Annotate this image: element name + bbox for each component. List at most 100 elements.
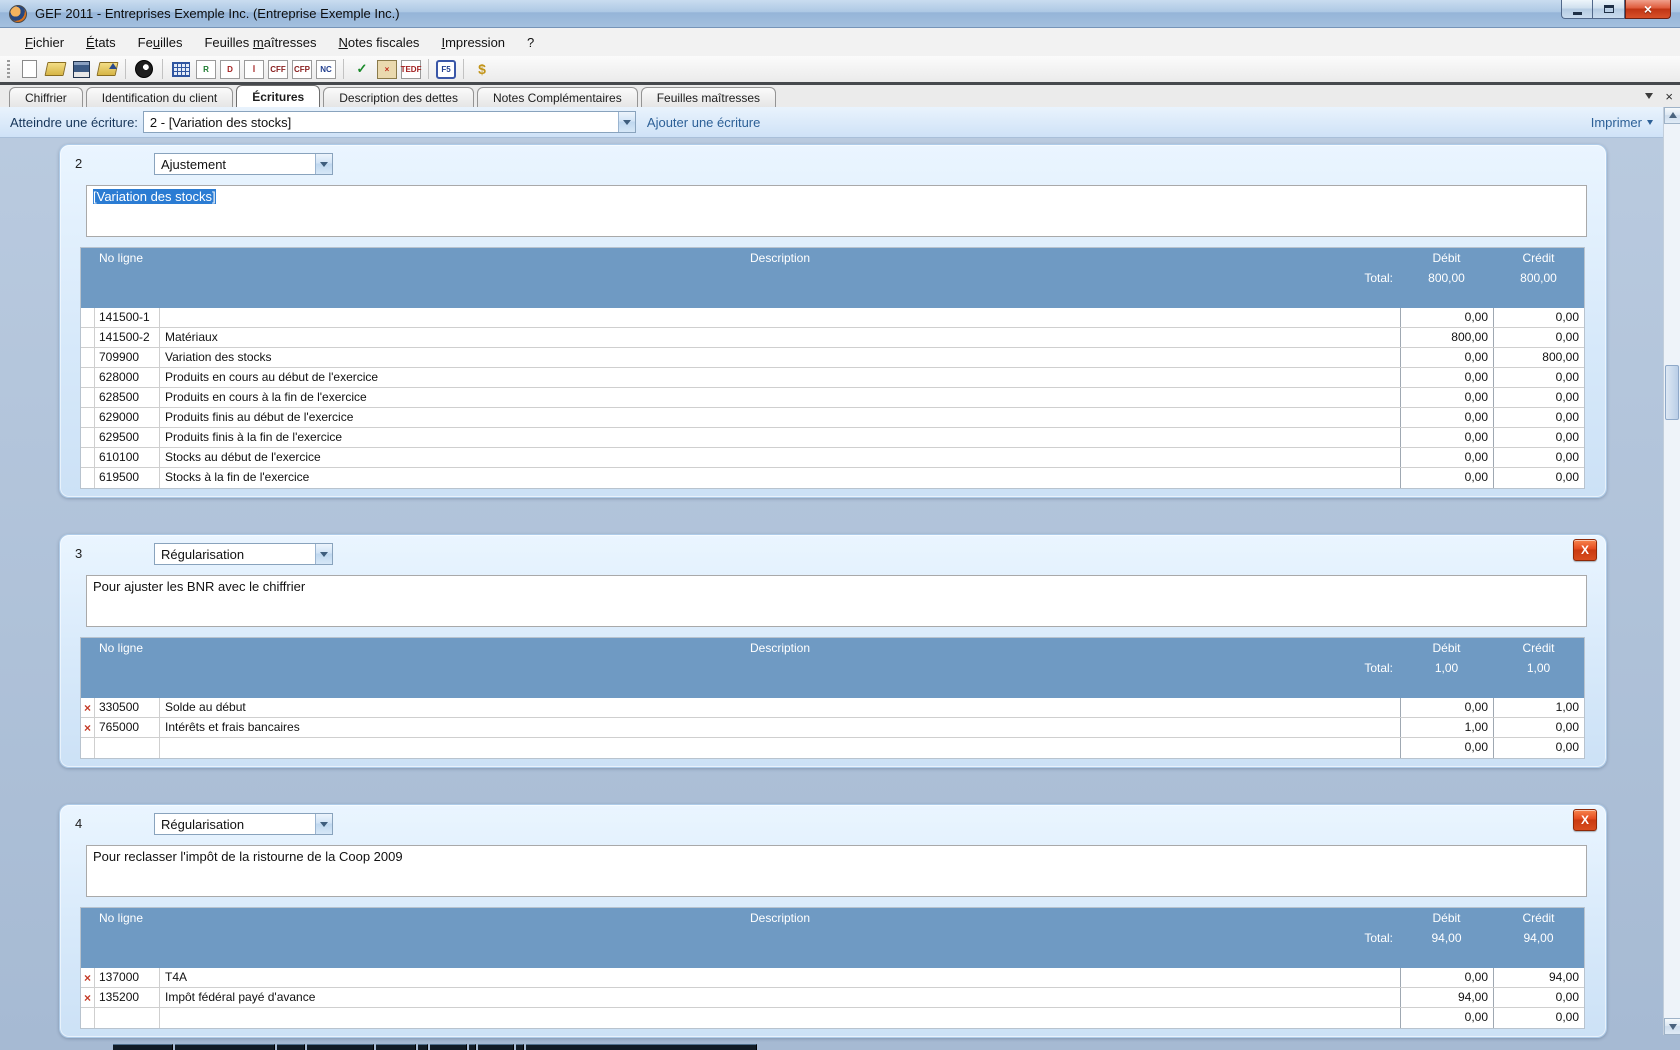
line-description-cell[interactable]: Intérêts et frais bancaires [160,718,1400,737]
menu-notes-fiscales[interactable]: Notes fiscales [328,32,431,53]
line-credit-cell[interactable]: 94,00 [1493,968,1584,987]
tab-notes-complementaires[interactable]: Notes Complémentaires [477,87,638,107]
line-credit-cell[interactable]: 0,00 [1493,988,1584,1007]
delete-line-icon[interactable]: × [84,992,91,1004]
menu-aide[interactable]: ? [516,32,545,53]
excel-export-icon[interactable]: R [196,60,216,79]
menu-impression[interactable]: Impression [430,32,516,53]
line-debit-cell[interactable]: 0,00 [1400,448,1493,467]
tab-description-des-dettes[interactable]: Description des dettes [323,87,474,107]
line-debit-cell[interactable]: 0,00 [1400,408,1493,427]
tab-ecritures[interactable]: Écritures [236,85,320,107]
chevron-down-icon[interactable] [315,814,332,834]
tab-chiffrier[interactable]: Chiffrier [9,87,83,107]
line-debit-cell[interactable]: 0,00 [1400,308,1493,327]
scrollbar-thumb[interactable] [1665,365,1679,420]
menu-fichier[interactable]: Fichier [14,32,75,53]
line-number-cell[interactable]: 141500-1 [95,308,160,327]
line-credit-cell[interactable]: 0,00 [1493,1008,1584,1028]
close-button[interactable]: × [1625,0,1671,19]
line-debit-cell[interactable]: 0,00 [1400,368,1493,387]
line-number-cell[interactable]: 610100 [95,448,160,467]
line-credit-cell[interactable]: 0,00 [1493,368,1584,387]
line-credit-cell[interactable]: 0,00 [1493,718,1584,737]
scroll-down-button[interactable] [1664,1018,1680,1035]
notes-nc-icon[interactable]: NC [316,60,336,79]
line-description-cell[interactable] [160,1008,1400,1028]
cf-provincial-icon[interactable]: CFP [292,60,312,79]
entry-type-select[interactable]: Ajustement [154,153,333,175]
line-credit-cell[interactable]: 0,00 [1493,308,1584,327]
entry-description-input[interactable]: [Variation des stocks] [86,185,1587,237]
line-number-cell[interactable]: 709900 [95,348,160,367]
line-debit-cell[interactable]: 0,00 [1400,388,1493,407]
line-description-cell[interactable]: Produits en cours à la fin de l'exercice [160,388,1400,407]
tab-scroll-down-icon[interactable] [1645,93,1653,103]
entry-type-select[interactable]: Régularisation [154,813,333,835]
maximize-button[interactable] [1592,0,1625,19]
declaration-d-icon[interactable]: D [220,60,240,79]
line-number-cell[interactable]: 330500 [95,698,160,717]
data-grid-icon[interactable] [169,57,193,81]
goto-entry-select[interactable]: 2 - [Variation des stocks] [143,111,636,133]
line-debit-cell[interactable]: 1,00 [1400,718,1493,737]
line-number-cell[interactable]: 137000 [95,968,160,987]
entry-type-select[interactable]: Régularisation [154,543,333,565]
line-description-cell[interactable]: Stocks au début de l'exercice [160,448,1400,467]
line-credit-cell[interactable]: 800,00 [1493,348,1584,367]
line-number-cell[interactable]: 619500 [95,468,160,488]
line-debit-cell[interactable]: 0,00 [1400,698,1493,717]
minimize-button[interactable] [1561,0,1592,19]
line-credit-cell[interactable]: 0,00 [1493,468,1584,488]
chevron-down-icon[interactable] [315,154,332,174]
delete-entry-button[interactable]: X [1573,539,1597,561]
line-credit-cell[interactable]: 0,00 [1493,428,1584,447]
line-number-cell[interactable]: 629000 [95,408,160,427]
line-number-cell[interactable]: 141500-2 [95,328,160,347]
line-credit-cell[interactable]: 0,00 [1493,448,1584,467]
menu-feuilles[interactable]: Feuilles [127,32,194,53]
print-link[interactable]: Imprimer [1591,115,1653,130]
delete-entry-button[interactable]: X [1573,809,1597,831]
line-number-cell[interactable] [95,738,160,758]
validate-icon[interactable]: ✓ [350,57,374,81]
cf-federal-icon[interactable]: CFF [268,60,288,79]
line-description-cell[interactable] [160,308,1400,327]
declaration-i-icon[interactable]: İ [244,60,264,79]
add-entry-link[interactable]: Ajouter une écriture [647,115,760,130]
tab-feuilles-maitresses[interactable]: Feuilles maîtresses [641,87,776,107]
line-number-cell[interactable] [95,1008,160,1028]
line-debit-cell[interactable]: 0,00 [1400,468,1493,488]
line-description-cell[interactable]: Solde au début [160,698,1400,717]
line-debit-cell[interactable]: 0,00 [1400,1008,1493,1028]
new-document-icon[interactable] [17,57,41,81]
import-file-icon[interactable] [95,57,119,81]
line-number-cell[interactable]: 628500 [95,388,160,407]
line-description-cell[interactable] [160,738,1400,758]
contact-icon[interactable] [132,57,156,81]
line-description-cell[interactable]: Produits finis à la fin de l'exercice [160,428,1400,447]
line-debit-cell[interactable]: 0,00 [1400,738,1493,758]
line-number-cell[interactable]: 765000 [95,718,160,737]
line-description-cell[interactable]: Stocks à la fin de l'exercice [160,468,1400,488]
scroll-up-button[interactable] [1664,107,1680,124]
tab-identification-du-client[interactable]: Identification du client [86,87,233,107]
line-debit-cell[interactable]: 94,00 [1400,988,1493,1007]
line-description-cell[interactable]: Produits finis au début de l'exercice [160,408,1400,427]
tab-close-icon[interactable]: × [1665,90,1673,103]
line-description-cell[interactable]: T4A [160,968,1400,987]
line-credit-cell[interactable]: 0,00 [1493,388,1584,407]
vertical-scrollbar[interactable] [1663,107,1680,1035]
save-icon[interactable] [69,57,93,81]
line-credit-cell[interactable]: 0,00 [1493,408,1584,427]
line-debit-cell[interactable]: 0,00 [1400,968,1493,987]
delete-line-icon[interactable]: × [84,722,91,734]
line-number-cell[interactable]: 628000 [95,368,160,387]
errors-icon[interactable]: × [377,60,397,79]
line-credit-cell[interactable]: 0,00 [1493,328,1584,347]
line-credit-cell[interactable]: 0,00 [1493,738,1584,758]
menu-etats[interactable]: États [75,32,127,53]
dollar-icon[interactable]: $ [470,57,494,81]
menu-feuilles-maitresses[interactable]: Feuilles maîtresses [193,32,327,53]
line-description-cell[interactable]: Variation des stocks [160,348,1400,367]
